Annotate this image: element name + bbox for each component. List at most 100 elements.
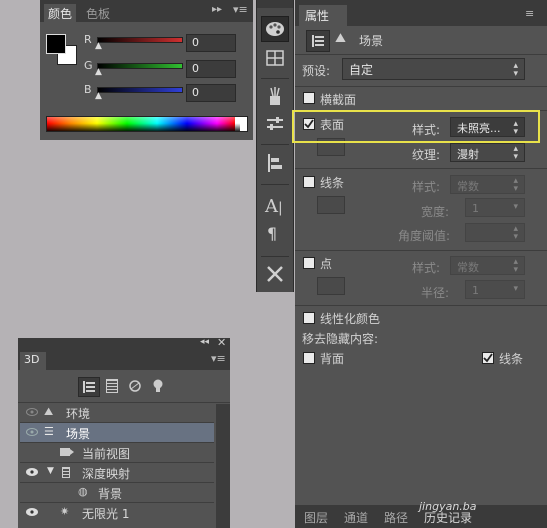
list-item[interactable]: ✷ 无限光 1 (20, 503, 214, 523)
light-icon: ✷ (60, 505, 70, 518)
cross-section-checkbox[interactable] (303, 92, 315, 104)
lines-opt-checkbox[interactable] (482, 352, 494, 364)
lines-color-swatch[interactable] (317, 196, 345, 214)
filter-scene-icon[interactable] (78, 377, 100, 397)
tab-3d[interactable]: 3D (20, 352, 46, 370)
points-color-swatch[interactable] (317, 277, 345, 295)
tab-channels[interactable]: 通道 (344, 509, 368, 526)
channel-g-slider[interactable] (97, 63, 183, 69)
properties-header: ⛰ 场景 (295, 27, 547, 53)
eye-icon[interactable] (26, 508, 38, 516)
points-radius-value: 1 (472, 284, 479, 297)
channel-b-label: B (84, 83, 92, 96)
filter-material-icon[interactable] (128, 379, 142, 393)
eye-icon[interactable] (26, 428, 38, 436)
cross-section-label: 横截面 (320, 93, 357, 107)
layer-name: 深度映射 (82, 467, 131, 481)
highlight-box (292, 110, 540, 143)
lines-angle-field[interactable]: ▴ ▾ (465, 223, 525, 242)
filter-mesh-icon[interactable] (106, 379, 118, 393)
points-style-select[interactable]: 常数 ▴ ▾ (450, 256, 525, 275)
grid-icon[interactable] (265, 48, 285, 68)
paragraph-icon[interactable]: ¶ (267, 224, 285, 246)
material-icon: ◍ (78, 485, 88, 498)
filter-light-icon[interactable] (151, 378, 165, 394)
preset-label: 预设: (302, 64, 331, 78)
points-radius-field[interactable]: 1 ▾ (465, 280, 525, 299)
tools-icon[interactable] (265, 264, 285, 284)
scene-tab-icon[interactable] (306, 30, 330, 52)
channel-b-slider[interactable] (97, 87, 183, 93)
panel-3d-grip[interactable]: ◂◂ ✕ (18, 336, 230, 350)
list-item-selected[interactable]: ☰ 场景 (20, 423, 214, 443)
collapse-icon[interactable]: ◂◂ (200, 337, 209, 347)
tab-swatches[interactable]: 色板 (86, 5, 110, 22)
updown-arrow-icon: ▴ ▾ (513, 257, 518, 275)
dropdown-arrow-icon: ▾ (513, 202, 518, 212)
slider-thumb-icon[interactable]: ▲ (95, 91, 102, 101)
remove-hidden-label: 移去隐藏内容: (302, 332, 379, 346)
eye-icon[interactable] (26, 468, 38, 476)
lines-style-select[interactable]: 常数 ▴ ▾ (450, 175, 525, 194)
properties-tabbar: 属性 ≡ (295, 0, 547, 26)
divider (261, 256, 289, 257)
channel-b-field[interactable]: 0 (186, 84, 236, 102)
points-checkbox[interactable] (303, 257, 315, 269)
linearize-checkbox[interactable] (303, 312, 315, 324)
back-face-checkbox[interactable] (303, 352, 315, 364)
list-item[interactable]: 当前视图 (20, 443, 214, 463)
list-item[interactable]: ▼ 深度映射 (20, 463, 214, 483)
layers-scrollbar[interactable] (216, 404, 230, 528)
slider-thumb-icon[interactable]: ▲ (95, 67, 102, 77)
back-face-label: 背面 (320, 352, 345, 366)
text-icon[interactable]: A| (265, 196, 285, 218)
tab-properties[interactable]: 属性 (299, 5, 347, 26)
divider (295, 305, 547, 306)
panel-menu-icon[interactable]: ▾≡ (211, 352, 226, 365)
tab-color[interactable]: 颜色 (44, 4, 76, 22)
updown-arrow-icon: ▴ ▾ (513, 61, 518, 79)
list-item[interactable]: ◍ 背景 (20, 483, 214, 503)
dropdown-arrow-icon: ▾ (513, 284, 518, 294)
tab-layers[interactable]: 图层 (304, 509, 328, 526)
list-item[interactable]: ⛰ 环境 (20, 403, 214, 423)
preset-select[interactable]: 自定 ▴ ▾ (342, 58, 525, 80)
lines-checkbox[interactable] (303, 176, 315, 188)
channel-g-row: G ▲ 0 (40, 58, 253, 80)
tab-paths[interactable]: 路径 (384, 509, 408, 526)
divider (295, 250, 547, 251)
layer-name: 当前视图 (82, 447, 131, 461)
row-divider (20, 422, 214, 423)
lines-width-value: 1 (472, 202, 479, 215)
close-icon[interactable]: ✕ (217, 336, 226, 349)
palette-icon[interactable] (261, 16, 289, 42)
layer-name: 无限光 1 (82, 507, 130, 521)
lines-width-field[interactable]: 1 ▾ (465, 198, 525, 217)
tool-strip-grip[interactable] (257, 0, 293, 8)
mesh-icon (62, 467, 70, 478)
panel-menu-icon[interactable]: ≡ (525, 7, 534, 20)
row-divider (20, 442, 214, 443)
environment-icon: ⛰ (44, 405, 54, 418)
panel-menu-icon[interactable]: ▾≡ (233, 3, 248, 16)
channel-r-slider[interactable] (97, 37, 183, 43)
expand-triangle-icon[interactable]: ▼ (47, 466, 54, 476)
channel-g-field[interactable]: 0 (186, 60, 236, 78)
adjust-icon[interactable] (265, 114, 285, 134)
surface-texture-select[interactable]: 漫射 ▴ ▾ (450, 143, 525, 162)
lines-label: 线条 (320, 176, 345, 190)
row-divider (20, 482, 214, 483)
expand-icon[interactable]: ▸▸ (212, 4, 222, 15)
brush-icon[interactable] (265, 86, 285, 108)
preset-value: 自定 (349, 63, 374, 77)
tool-strip: A| ¶ (256, 0, 294, 292)
align-icon[interactable] (265, 152, 285, 174)
slider-thumb-icon[interactable]: ▲ (95, 41, 102, 51)
environment-tab-icon[interactable]: ⛰ (335, 31, 346, 46)
layer-name: 背景 (98, 487, 123, 501)
eye-icon[interactable] (26, 408, 38, 416)
channel-r-field[interactable]: 0 (186, 34, 236, 52)
layer-name: 场景 (66, 427, 91, 441)
camera-icon (60, 448, 70, 456)
lines-opt-label: 线条 (499, 352, 524, 366)
